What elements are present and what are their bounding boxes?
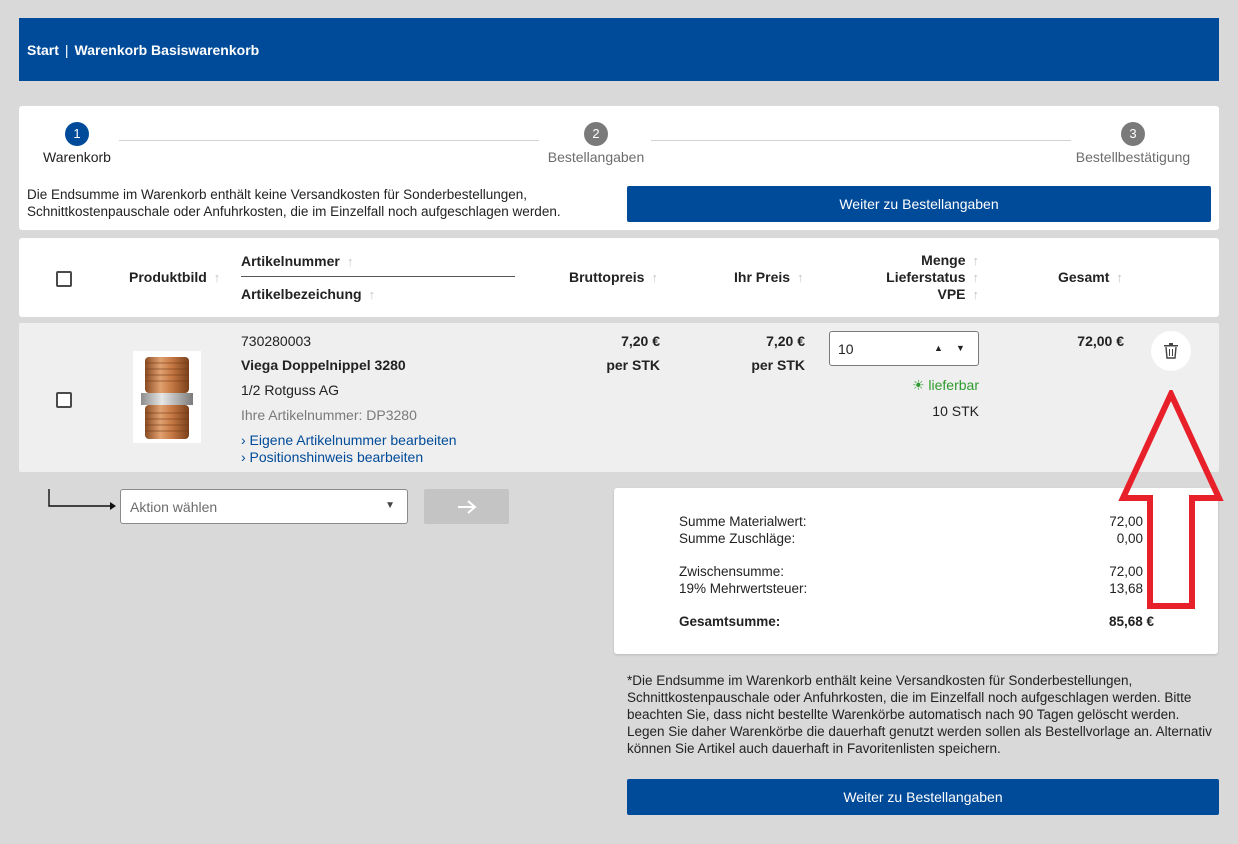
item-checkbox[interactable]: [56, 392, 72, 408]
increment-icon[interactable]: ▲: [934, 343, 943, 353]
action-select[interactable]: Aktion wählen ▼: [120, 489, 408, 524]
cart-item-row: 730280003 Viega Doppelnippel 3280 1/2 Ro…: [19, 323, 1219, 472]
header-total[interactable]: Gesamt ↑: [1058, 269, 1123, 285]
breadcrumb-current: Warenkorb Basiswarenkorb: [74, 41, 260, 58]
item-pack-unit: 10 STK: [932, 403, 979, 419]
step-order-details[interactable]: 2 Bestellangaben: [541, 122, 651, 165]
item-customer-article-number: Ihre Artikelnummer: DP3280: [241, 407, 417, 423]
footnote: *Die Endsumme im Warenkorb enthält keine…: [627, 673, 1212, 756]
header-divider: [241, 276, 515, 277]
header-article-name[interactable]: Artikelbezeichung ↑: [241, 286, 375, 302]
header-label: Lieferstatus: [886, 269, 966, 285]
summary-subtotal-label: Zwischensumme:: [679, 564, 785, 579]
header-label: Artikelbezeichung: [241, 286, 362, 302]
header-label: Ihr Preis: [734, 269, 791, 285]
header-product-image[interactable]: Produktbild ↑: [129, 269, 220, 285]
header-label: VPE: [937, 286, 966, 302]
sun-icon: ☀: [911, 377, 925, 393]
breadcrumb-home[interactable]: Start: [27, 42, 59, 58]
step-cart[interactable]: 1 Warenkorb: [39, 122, 115, 165]
header-label: Produktbild: [129, 269, 207, 285]
step-connector-1: [119, 140, 539, 141]
checkout-stepper: 1 Warenkorb 2 Bestellangaben 3 Bestellbe…: [19, 106, 1219, 230]
continue-button-top[interactable]: Weiter zu Bestellangaben: [627, 186, 1211, 222]
summary-grand-total-value: 85,68 €: [1108, 614, 1154, 629]
item-gross-unit: per STK: [606, 357, 660, 373]
summary-surcharge-label: Summe Zuschläge:: [679, 531, 796, 546]
delete-item-button[interactable]: [1151, 331, 1191, 371]
header-label: Artikelnummer: [241, 253, 340, 269]
header-your-price[interactable]: Ihr Preis ↑: [734, 269, 804, 285]
action-select-placeholder: Aktion wählen: [130, 498, 218, 515]
sort-arrow-icon: ↑: [972, 287, 980, 302]
step-confirmation[interactable]: 3 Bestellbestätigung: [1071, 122, 1195, 165]
trash-icon: [1164, 343, 1178, 359]
item-your-unit: per STK: [751, 357, 805, 373]
header-label: Menge: [921, 252, 966, 268]
cart-table-header: Produktbild ↑ Artikelnummer ↑ Artikelbezei…: [19, 238, 1219, 317]
sort-arrow-icon: ↑: [972, 253, 980, 268]
edit-position-note-link[interactable]: › Positionshinweis bearbeiten: [241, 449, 423, 465]
step-number: 2: [584, 122, 608, 146]
sort-arrow-icon: ↑: [972, 270, 980, 285]
breadcrumb-bar: Start | Warenkorb Basiswarenkorb: [19, 18, 1219, 81]
bulk-action-arrow-icon: [48, 489, 116, 510]
header-label: Bruttopreis: [569, 269, 645, 285]
product-image[interactable]: [133, 351, 201, 443]
item-your-price: 7,20 €: [766, 333, 805, 349]
step-label: Bestellbestätigung: [1075, 149, 1191, 165]
summary-grand-total-label: Gesamtsumme:: [679, 614, 781, 629]
arrow-right-icon: [457, 499, 477, 514]
step-label: Warenkorb: [43, 149, 111, 165]
chevron-down-icon: ▼: [385, 500, 395, 511]
item-name[interactable]: Viega Doppelnippel 3280: [241, 357, 406, 373]
item-article-number: 730280003: [241, 333, 312, 349]
pipe-nipple-image: [141, 357, 193, 439]
sort-arrow-icon: ↑: [651, 270, 658, 285]
edit-article-number-link[interactable]: › Eigene Artikelnummer bearbeiten: [241, 432, 457, 448]
annotation-arrow-icon: [1118, 390, 1224, 609]
sort-arrow-icon: ↑: [213, 270, 221, 285]
header-label: Gesamt: [1058, 269, 1110, 285]
item-gross-price: 7,20 €: [621, 333, 660, 349]
item-description: 1/2 Rotguss AG: [241, 382, 340, 398]
availability-status: ☀ lieferbar: [912, 377, 979, 394]
header-article-number[interactable]: Artikelnummer ↑: [241, 253, 353, 269]
sort-arrow-icon: ↑: [797, 270, 804, 285]
quantity-value: 10: [838, 340, 854, 357]
quantity-stepper[interactable]: 10 ▲ ▼: [829, 331, 979, 366]
decrement-icon[interactable]: ▼: [956, 343, 965, 353]
header-gross-price[interactable]: Bruttopreis ↑: [569, 269, 658, 285]
step-number: 3: [1121, 122, 1145, 146]
summary-material-label: Summe Materialwert:: [679, 514, 807, 529]
header-pack-unit[interactable]: VPE ↑: [937, 286, 979, 302]
sort-arrow-icon: ↑: [1116, 270, 1123, 285]
breadcrumb-separator: |: [64, 41, 69, 58]
sort-arrow-icon: ↑: [346, 254, 354, 269]
sort-arrow-icon: ↑: [368, 287, 376, 302]
continue-button-bottom[interactable]: Weiter zu Bestellangaben: [627, 779, 1219, 815]
apply-action-button[interactable]: [424, 489, 509, 524]
step-label: Bestellangaben: [547, 149, 645, 165]
summary-vat-label: 19% Mehrwertsteuer:: [679, 581, 808, 596]
select-all-checkbox[interactable]: [56, 271, 72, 287]
shipping-notice: Die Endsumme im Warenkorb enthält keine …: [27, 187, 561, 219]
step-connector-2: [651, 140, 1071, 141]
header-quantity[interactable]: Menge ↑: [921, 252, 979, 268]
item-total: 72,00 €: [1077, 333, 1124, 349]
header-delivery-status[interactable]: Lieferstatus ↑: [886, 269, 979, 285]
step-number: 1: [65, 122, 89, 146]
availability-label: lieferbar: [928, 377, 979, 393]
